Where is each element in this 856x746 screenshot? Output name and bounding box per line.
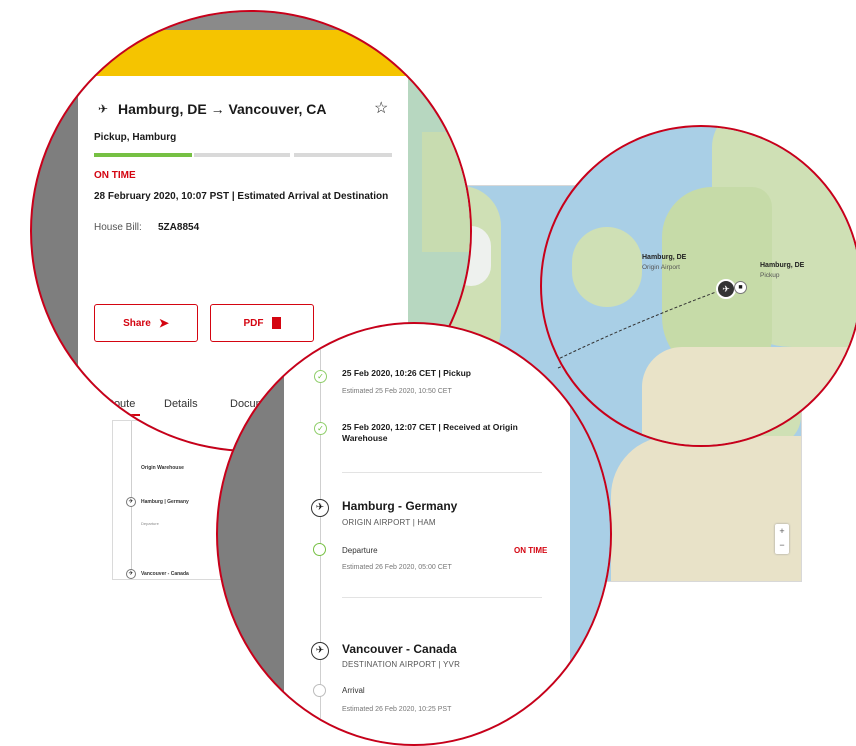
mini-item: Departure: [141, 521, 159, 526]
progress-segment: [294, 153, 392, 157]
tab-route[interactable]: Route: [106, 398, 135, 410]
arrival-label: Arrival: [342, 686, 365, 695]
divider: [342, 597, 542, 598]
divider: [342, 472, 542, 473]
arrival-estimate: Estimated 26 Feb 2020, 10:25 PST: [342, 706, 452, 713]
mini-item: Hamburg | Germany: [141, 499, 189, 505]
timeline-circle: ✓ 25 Feb 2020, 10:26 CET | Pickup Estima…: [216, 322, 612, 746]
desert-area: [611, 436, 801, 581]
pickup-label: Pickup: [760, 272, 780, 279]
pickup-name: Hamburg, DE: [760, 262, 805, 269]
plane-icon: ✈: [98, 102, 109, 116]
origin-place: Hamburg - Germany: [342, 499, 458, 513]
plane-icon: ✈: [311, 642, 329, 660]
progress-fill: [94, 153, 192, 157]
arrival-status-ring: [313, 684, 326, 697]
event-sub: Estimated 25 Feb 2020, 10:50 CET: [342, 388, 452, 395]
destination-airport: DESTINATION AIRPORT | YVR: [342, 660, 461, 669]
check-icon: ✓: [314, 422, 327, 435]
origin-airport: ORIGIN AIRPORT | HAM: [342, 518, 436, 527]
timeline-line: [320, 324, 321, 744]
eta-line: 28 February 2020, 10:07 PST | Estimated …: [94, 191, 389, 202]
origin-airport-label: Origin Airport: [642, 264, 680, 271]
check-icon: ✓: [314, 370, 327, 383]
progress-segment: [194, 153, 290, 157]
plane-icon: ✈: [311, 499, 329, 517]
departure-label: Departure: [342, 546, 378, 555]
plane-icon: ✈: [126, 569, 136, 579]
star-icon[interactable]: ☆: [374, 98, 388, 118]
status-location: Pickup, Hamburg: [94, 132, 177, 143]
house-bill-value: 5ZA8854: [158, 222, 200, 233]
destination-place: Vancouver - Canada: [342, 642, 457, 656]
departure-status: ON TIME: [514, 546, 548, 555]
zoom-controls[interactable]: + −: [775, 524, 789, 554]
zoom-in-button[interactable]: +: [775, 524, 789, 538]
mini-item: Vancouver - Canada: [141, 571, 189, 577]
route-title: Hamburg, DE → Vancouver, CA: [118, 101, 327, 117]
status-badge: ON TIME: [94, 170, 136, 181]
pdf-label: PDF: [243, 317, 264, 329]
house-bill-label: House Bill:: [94, 222, 142, 233]
plane-icon: ✈: [126, 497, 136, 507]
event-title: 25 Feb 2020, 12:07 CET | Received at Ori…: [342, 422, 518, 443]
share-arrow-icon: ➤: [158, 316, 169, 330]
timeline-card: ✓ 25 Feb 2020, 10:26 CET | Pickup Estima…: [284, 324, 570, 744]
map-peek: [570, 324, 610, 744]
map-peek: [422, 132, 470, 252]
departure-estimate: Estimated 26 Feb 2020, 05:00 CET: [342, 564, 452, 571]
tab-details[interactable]: Details: [164, 398, 198, 410]
departure-status-ring: [313, 543, 326, 556]
zoom-out-button[interactable]: −: [775, 538, 789, 552]
tab-active-indicator: [106, 414, 140, 416]
share-label: Share: [123, 317, 151, 329]
pdf-file-icon: [271, 317, 281, 329]
share-button[interactable]: Share ➤: [94, 304, 198, 342]
mini-item: Origin Warehouse: [141, 465, 184, 471]
event-title: 25 Feb 2020, 10:26 CET | Pickup: [342, 368, 471, 378]
top-grey-band: [32, 12, 470, 30]
brand-header-bar: [32, 30, 470, 76]
origin-airport-name: Hamburg, DE: [642, 254, 687, 261]
origin-plane-marker[interactable]: ✈: [716, 279, 736, 299]
pickup-marker[interactable]: ■: [734, 281, 747, 294]
